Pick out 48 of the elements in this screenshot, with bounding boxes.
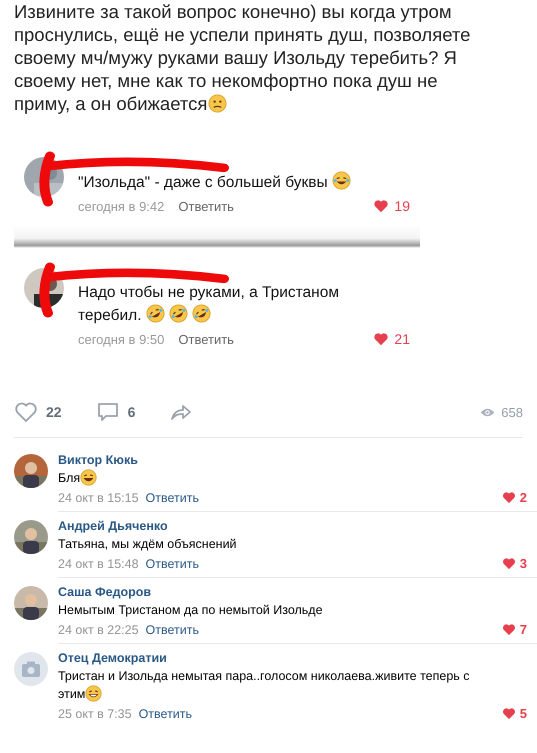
comment-time: 24 окт в 15:48 [58,556,139,570]
comment-time: сегодня в 9:50 [78,332,164,346]
like-count: 7 [520,622,527,637]
comment-text: Тристан и Изольда немытая пара..голосом николаева.живите теперь с [58,669,470,683]
reply-link[interactable]: Ответить [146,556,199,570]
laughing-face-icon [80,469,98,486]
confused-face-icon [208,94,228,113]
heart-icon[interactable] [502,707,516,720]
eye-icon [480,406,496,418]
comment-text: Немытым Тристаном да по немытой Изольде [58,603,323,617]
heart-icon[interactable] [502,491,516,504]
author-name[interactable]: Саша Федоров [58,584,527,601]
comment-icon[interactable] [96,401,120,423]
reply-link[interactable]: Ответить [178,332,234,346]
comment-count: 6 [128,404,136,420]
heart-icon[interactable] [373,332,390,346]
heart-icon[interactable] [373,199,390,213]
like-count: 22 [46,404,62,420]
comment-text: Надо чтобы не руками, а Тристаном [78,284,340,301]
heart-icon[interactable] [502,623,516,636]
reply-link[interactable]: Ответить [138,706,192,720]
heart-icon[interactable] [14,401,38,423]
reply-link[interactable]: Ответить [146,622,199,636]
view-count: 658 [501,404,523,420]
comment-text: Бля [58,471,80,485]
like-count: 2 [520,490,527,505]
camera-icon [14,652,48,686]
comment-text: "Изольда" - даже с большей буквы [78,174,328,191]
like-count: 3 [520,556,527,571]
comment-time: 24 окт в 15:15 [58,490,139,504]
comment-text: Татьяна, мы ждём объяснений [58,537,237,551]
comment-time: 24 окт в 22:25 [58,622,139,636]
comment-time: сегодня в 9:42 [78,198,164,214]
grinning-face-icon [85,685,102,702]
reply-link[interactable]: Ответить [146,490,199,504]
post-text: Извините за такой вопрос конечно) вы когда утром проснулись, ещё не успели принять душ, позволяете своему мч/мужу руками вашу Изольду теребить? Я своему нет, мне как то некомфортно пока душ не приму, а он обижается [13,0,472,115]
author-name[interactable]: Андрей Дьяченко [58,518,527,535]
like-count: 19 [394,198,410,214]
heart-icon[interactable] [502,557,516,570]
author-name[interactable]: Отец Демократии [58,650,527,667]
comment-time: 25 окт в 7:35 [58,706,132,720]
reply-link[interactable]: Ответить [178,198,234,214]
like-count: 21 [394,331,410,347]
comment-text: этим [58,687,86,701]
author-name[interactable]: Виктор Кюкь [58,452,527,469]
like-count: 5 [520,706,527,721]
comment-text: теребил. [78,307,142,324]
laughing-face-icon [332,171,351,190]
